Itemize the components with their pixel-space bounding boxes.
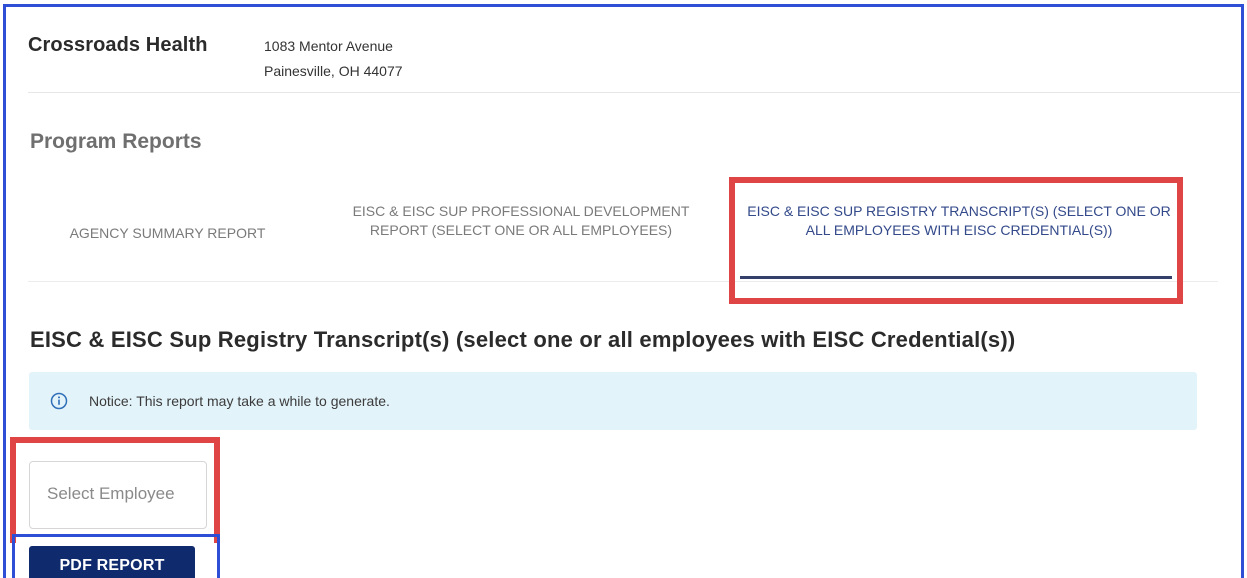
header-divider (28, 92, 1240, 93)
tab-agency-summary-report[interactable]: AGENCY SUMMARY REPORT (40, 224, 295, 243)
notice-banner: Notice: This report may take a while to … (29, 372, 1197, 430)
notice-text: Notice: This report may take a while to … (89, 393, 390, 409)
address-line-2: Painesville, OH 44077 (264, 63, 403, 79)
pdf-report-button[interactable]: PDF REPORT (29, 546, 195, 578)
highlight-box-tab (729, 177, 1183, 304)
page-title: Program Reports (30, 130, 202, 153)
info-icon (50, 392, 68, 410)
organization-address: 1083 Mentor Avenue Painesville, OH 44077 (264, 34, 403, 84)
address-line-1: 1083 Mentor Avenue (264, 38, 393, 54)
organization-name: Crossroads Health (28, 34, 208, 56)
report-heading: EISC & EISC Sup Registry Transcript(s) (… (30, 327, 1016, 352)
tab-professional-development-report[interactable]: EISC & EISC SUP PROFESSIONAL DEVELOPMENT… (322, 202, 720, 240)
employee-select[interactable]: Select Employee (29, 461, 207, 529)
